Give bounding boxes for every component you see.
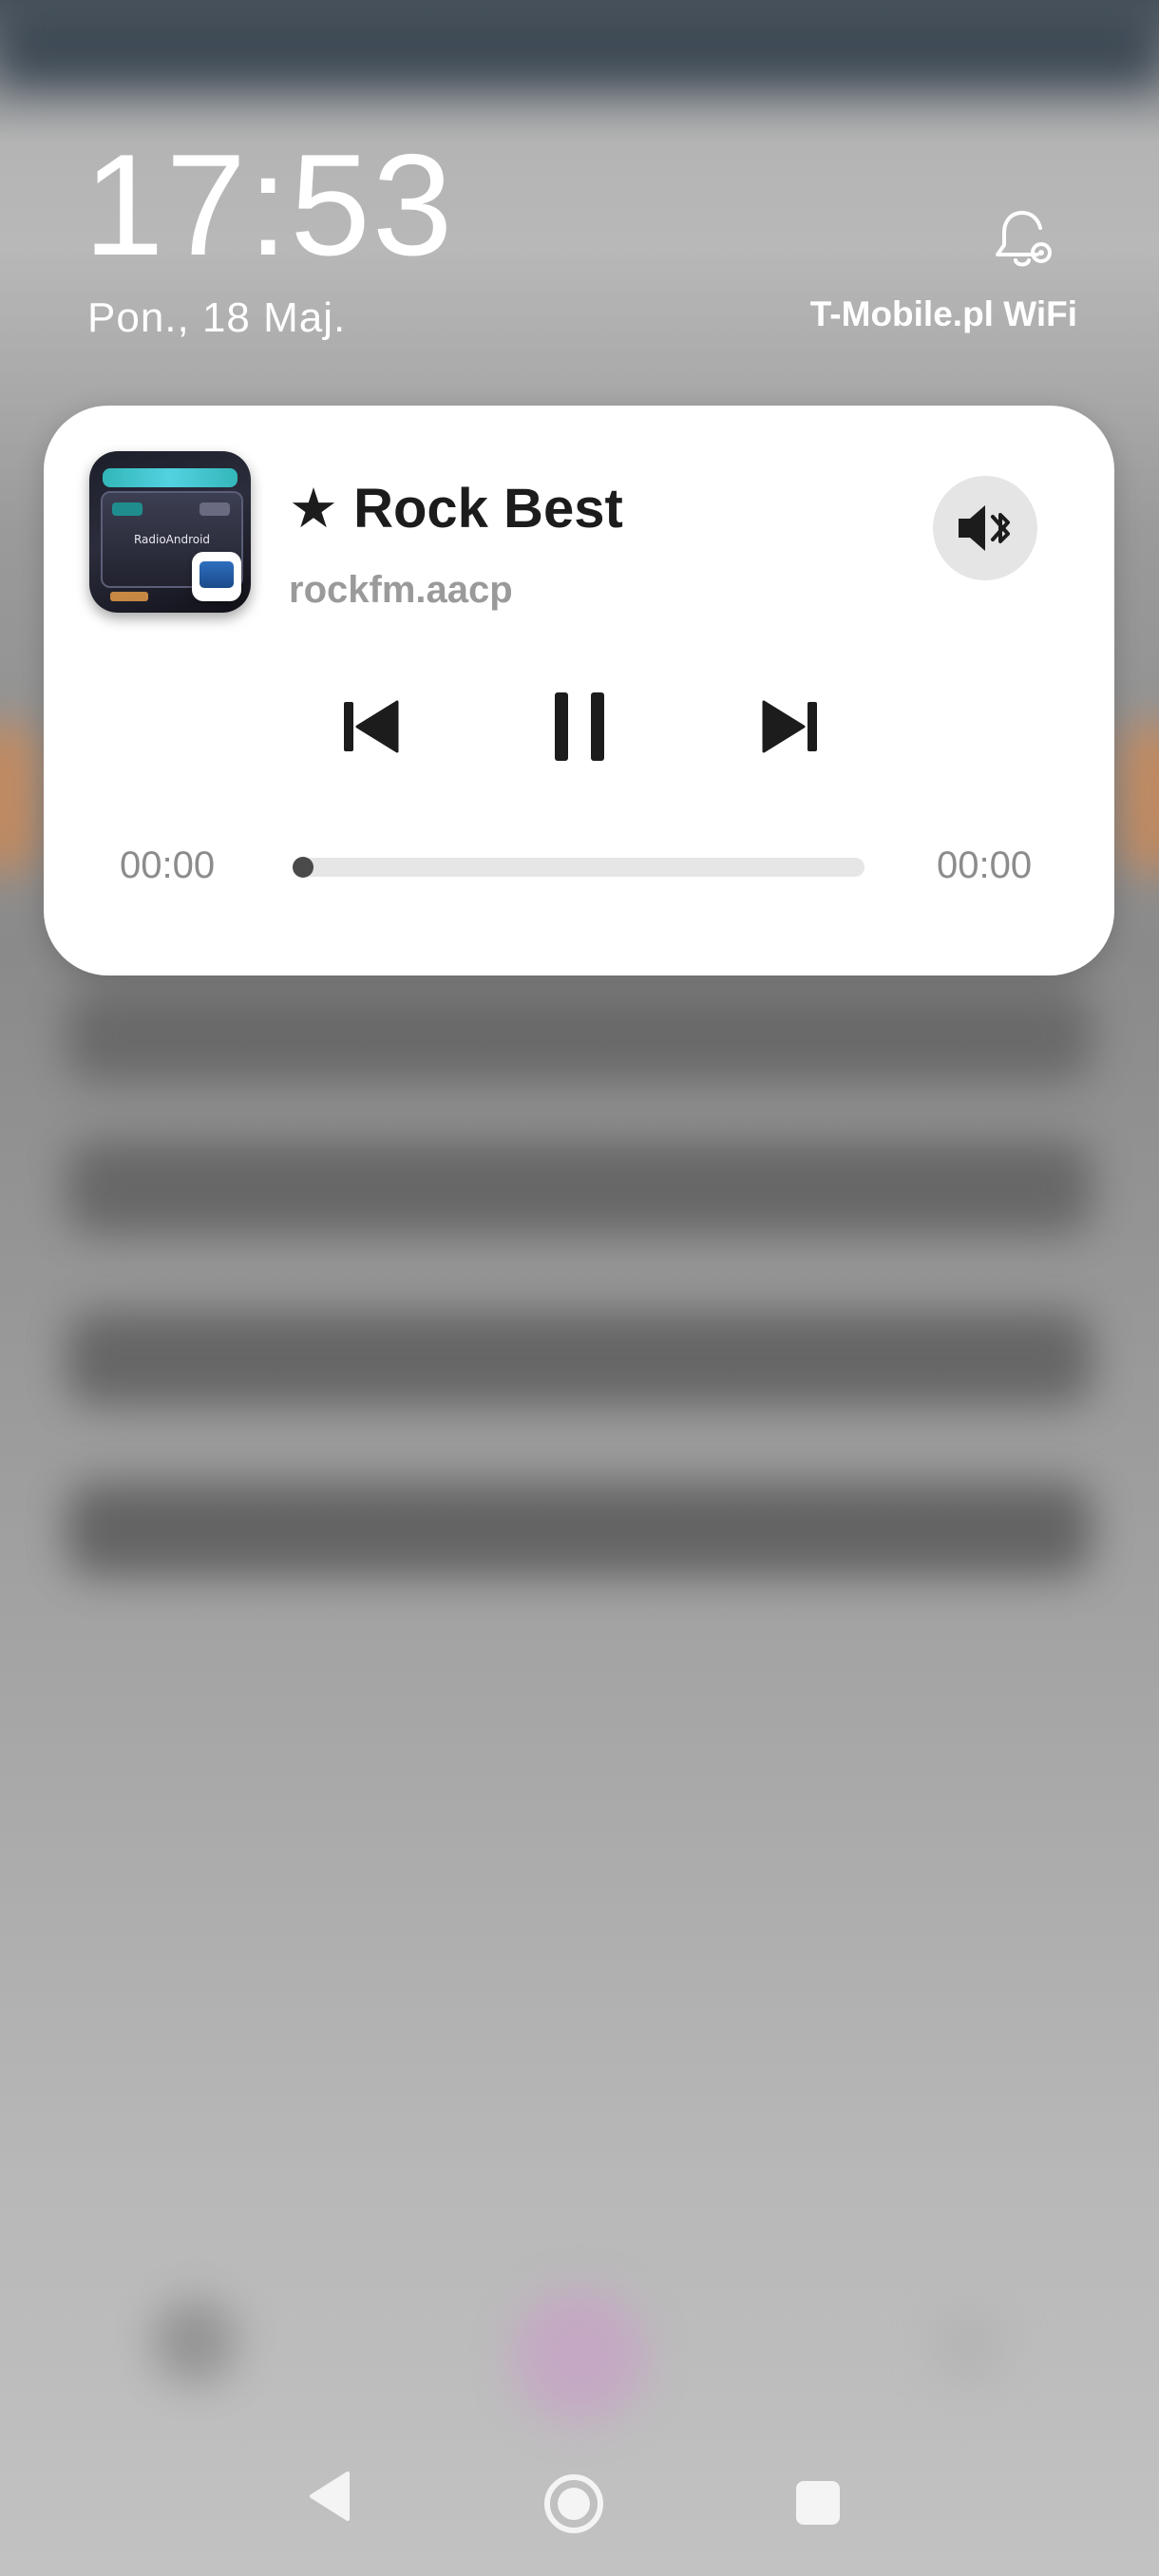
- network-name: T-Mobile.pl WiFi: [809, 294, 1077, 333]
- recents-icon: [796, 2481, 840, 2525]
- audio-output-button[interactable]: [933, 476, 1037, 580]
- nav-recents-button[interactable]: [794, 2479, 842, 2531]
- speaker-bluetooth-icon: [959, 505, 1010, 551]
- nav-back-button[interactable]: [302, 2468, 359, 2529]
- app-badge-radio: [200, 561, 234, 588]
- lockscreen-date: Pon., 18 Maj.: [87, 294, 347, 341]
- blurred-notification-row: [66, 1140, 1092, 1235]
- bell-settings-icon[interactable]: [988, 207, 1056, 275]
- artwork-knob: [200, 502, 230, 516]
- track-subtitle: rockfm.aacp: [289, 569, 513, 611]
- elapsed-time: 00:00: [120, 844, 216, 886]
- blurred-notification-row: [66, 1311, 1092, 1406]
- blurred-notification-row: [66, 1482, 1092, 1577]
- skip-previous-icon: [344, 700, 399, 753]
- media-player-card[interactable]: RadioAndroid ★ Rock Best rockfm.aacp 00:…: [44, 406, 1114, 975]
- progress-slider[interactable]: [293, 857, 864, 878]
- lock-screen: 17:53 Pon., 18 Maj. T-Mobile.pl WiFi Rad…: [0, 0, 1159, 2576]
- progress-thumb[interactable]: [293, 857, 314, 878]
- artwork-glow: [103, 468, 238, 487]
- blurred-shortcut-center: [513, 2289, 646, 2422]
- pause-button[interactable]: [534, 681, 625, 772]
- artwork-label: RadioAndroid: [133, 533, 211, 546]
- blurred-background-orange-left: [0, 722, 38, 874]
- home-icon: [544, 2474, 603, 2533]
- blurred-shortcut-right: [931, 2308, 1007, 2384]
- previous-button[interactable]: [325, 681, 416, 772]
- pause-icon: [555, 692, 604, 761]
- total-duration: 00:00: [937, 844, 1033, 886]
- nav-home-button[interactable]: [542, 2472, 606, 2541]
- back-icon: [310, 2472, 350, 2521]
- app-badge-icon: [192, 552, 241, 601]
- lockscreen-clock: 17:53: [84, 124, 455, 286]
- artwork-knob: [112, 502, 142, 516]
- blurred-notification-row: [66, 988, 1092, 1083]
- blurred-background-orange-right: [1121, 722, 1159, 874]
- artwork-amber-light: [110, 592, 148, 601]
- next-button[interactable]: [745, 681, 836, 772]
- skip-next-icon: [762, 700, 817, 753]
- blurred-background-band: [0, 0, 1159, 85]
- track-title: ★ Rock Best: [289, 478, 623, 540]
- album-artwork: RadioAndroid: [89, 451, 251, 613]
- blurred-shortcut-left: [152, 2299, 238, 2384]
